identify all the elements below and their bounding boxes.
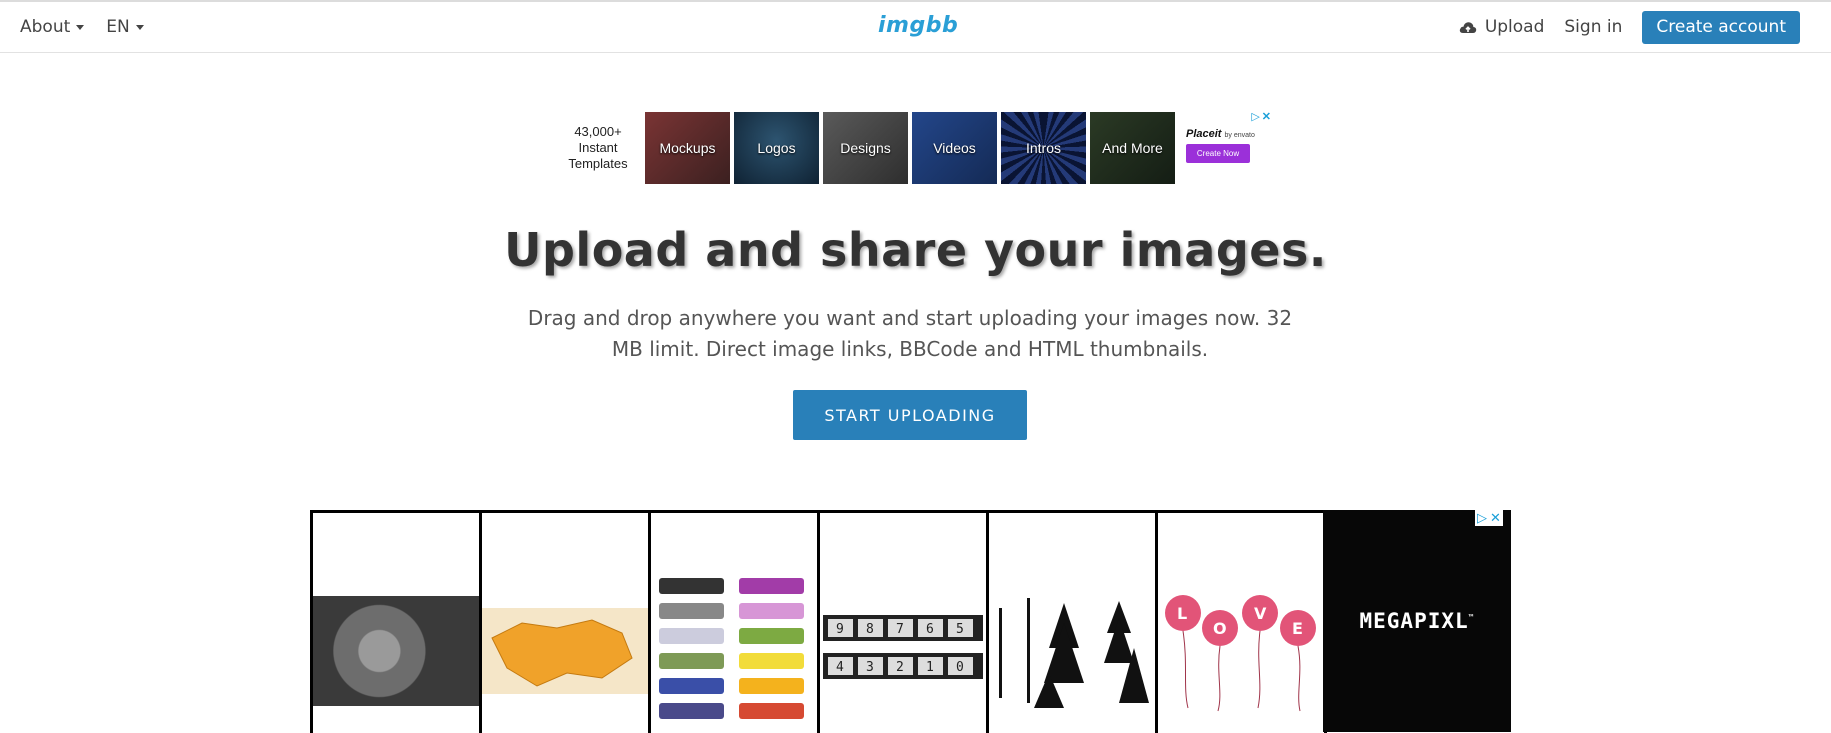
adchoices-icon[interactable]: ▷ (1477, 510, 1487, 526)
gear-image (313, 596, 479, 706)
ad-image-gear[interactable] (310, 510, 482, 733)
about-label: About (20, 17, 71, 37)
svg-text:1: 1 (926, 660, 934, 675)
svg-text:5: 5 (956, 622, 964, 637)
page-title: Upload and share your images. (504, 223, 1327, 277)
ad-image-trees[interactable] (986, 510, 1158, 733)
svg-text:3: 3 (866, 660, 874, 675)
close-ad-icon[interactable]: ✕ (1490, 510, 1501, 526)
ad-count-line3: Templates (568, 156, 628, 171)
love-balloons-image: LOVE (1158, 593, 1324, 713)
upload-label: Upload (1484, 17, 1545, 37)
megapixl-text: MEGAPIXL (1359, 609, 1469, 633)
ad-template-count: 43,000+ Instant Templates (551, 110, 645, 186)
close-ad-icon[interactable]: ✕ (1262, 110, 1271, 123)
megapixl-ad[interactable]: MEGAPIXL™ (1323, 510, 1511, 732)
ad-tile-intros[interactable]: Intros (1001, 112, 1086, 184)
ad-tile-designs[interactable]: Designs (823, 112, 908, 184)
ad-tile-label: And More (1102, 140, 1163, 156)
svg-text:6: 6 (926, 622, 934, 637)
svg-text:8: 8 (866, 622, 874, 637)
svg-text:2: 2 (896, 660, 904, 675)
bottom-ad-banner[interactable]: 98765 43210 LOVE MEGAPIXL™ ▷ ✕ (310, 510, 1511, 733)
ad-count-number: 43,000+ (574, 124, 622, 139)
map-image (482, 608, 648, 694)
ad-tile-videos[interactable]: Videos (912, 112, 997, 184)
nav-right: Upload Sign in Create account (1459, 2, 1800, 52)
nav-left: About EN (20, 2, 144, 52)
cloud-upload-icon (1459, 22, 1477, 33)
start-uploading-button[interactable]: START UPLOADING (793, 390, 1027, 440)
placeit-cta-button[interactable]: Create Now (1186, 144, 1250, 163)
svg-text:V: V (1254, 604, 1267, 623)
svg-text:4: 4 (836, 660, 844, 675)
about-dropdown[interactable]: About (20, 17, 85, 37)
ad-image-map[interactable] (479, 510, 651, 733)
svg-text:0: 0 (956, 660, 964, 675)
ad-choices[interactable]: ▷ ✕ (1251, 110, 1271, 123)
ad-tile-label: Logos (757, 140, 796, 156)
film-countdown-image: 9 8 7 6 5 4 3 2 1 0 (820, 613, 986, 685)
placeit-brand[interactable]: Placeit by envato Create Now (1186, 128, 1266, 178)
svg-text:O: O (1213, 619, 1227, 638)
svg-text:L: L (1177, 604, 1187, 623)
ad-image-countdown[interactable]: 9 8 7 6 5 4 3 2 1 0 (817, 510, 989, 733)
ad-image-buttons[interactable] (648, 510, 820, 733)
sign-in-link[interactable]: Sign in (1564, 17, 1622, 37)
svg-text:E: E (1292, 619, 1303, 638)
ad-choices-bottom[interactable]: ▷ ✕ (1475, 510, 1503, 526)
placeit-logo: Placeit by envato (1186, 128, 1266, 140)
language-dropdown[interactable]: EN (106, 17, 144, 37)
glossy-buttons-image (651, 573, 817, 728)
adchoices-icon[interactable]: ▷ (1251, 110, 1259, 123)
placeit-name: Placeit (1186, 128, 1222, 140)
top-navbar: About EN imgbb Upload Sign in Create acc… (0, 2, 1831, 53)
trademark-sign: ™ (1468, 613, 1475, 622)
create-account-button[interactable]: Create account (1642, 10, 1800, 44)
page-subtitle: Drag and drop anywhere you want and star… (527, 306, 1293, 361)
megapixl-logo: MEGAPIXL™ (1360, 609, 1475, 633)
ad-count-line2: Instant (578, 140, 618, 155)
ad-tile-label: Mockups (659, 140, 716, 156)
svg-text:7: 7 (896, 622, 904, 637)
svg-text:9: 9 (836, 622, 844, 637)
ad-tile-logos[interactable]: Logos (734, 112, 819, 184)
ad-tile-label: Videos (933, 140, 976, 156)
caret-down-icon (135, 24, 144, 30)
tree-silhouettes-image (989, 593, 1155, 713)
ad-image-love-balloons[interactable]: LOVE (1155, 510, 1327, 733)
ad-tile-and-more[interactable]: And More (1090, 112, 1175, 184)
ad-tile-label: Designs (840, 140, 891, 156)
site-logo[interactable]: imgbb (878, 13, 958, 38)
ad-tile-mockups[interactable]: Mockups (645, 112, 730, 184)
ad-tile-label: Intros (1025, 140, 1061, 156)
top-ad-banner[interactable]: 43,000+ Instant Templates Mockups Logos … (551, 110, 1271, 186)
language-label: EN (106, 17, 130, 37)
upload-link[interactable]: Upload (1459, 17, 1545, 37)
placeit-by: by envato (1224, 132, 1255, 139)
caret-down-icon (76, 24, 85, 30)
